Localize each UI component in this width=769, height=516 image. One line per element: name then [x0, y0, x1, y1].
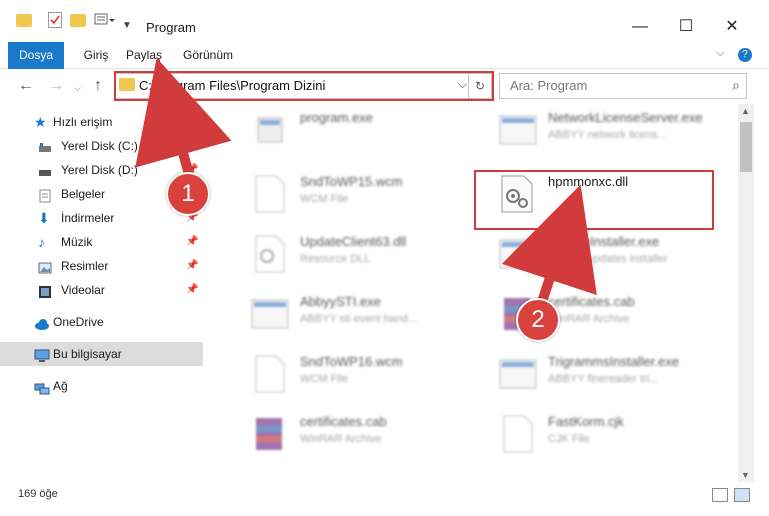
new-folder-icon[interactable]: [70, 14, 86, 27]
file-list: program.exe NetworkLicenseServer.exe ABB…: [204, 104, 738, 482]
search-icon[interactable]: ⌕: [732, 77, 740, 94]
file-highlight: [474, 170, 714, 230]
scrollbar-thumb[interactable]: [740, 122, 752, 172]
pictures-icon: [38, 259, 52, 274]
exe-icon: [498, 110, 538, 150]
sidebar-item-onedrive[interactable]: OneDrive: [0, 310, 203, 334]
list-item[interactable]: AbbyySTI.exe ABBYY sti event hand...: [226, 288, 466, 344]
close-button[interactable]: ✕: [709, 12, 755, 42]
pin-icon[interactable]: 📌: [186, 254, 198, 278]
search-box[interactable]: Ara: Program ⌕: [499, 73, 747, 99]
download-icon: ⬇: [38, 210, 50, 226]
step-2-callout: 2: [516, 298, 560, 342]
exe-icon: [498, 354, 538, 394]
tab-share[interactable]: Paylaş: [124, 42, 164, 68]
pin-icon[interactable]: 📌: [186, 230, 198, 254]
address-bar-highlight: [114, 71, 494, 101]
list-item[interactable]: certificates.cab WinRAR Archive: [226, 408, 466, 464]
computer-icon: [34, 347, 50, 362]
exe-icon: [250, 294, 290, 334]
file-explorer-window: ▼ Program — ☐ ✕ Dosya Giriş Paylaş Görün…: [0, 0, 769, 516]
window-title: Program: [146, 20, 196, 35]
videos-icon: [38, 283, 52, 298]
list-item[interactable]: SndToWP16.wcm WCM File: [226, 348, 466, 404]
sidebar-item-pictures[interactable]: Resimler 📌: [0, 254, 203, 278]
help-icon[interactable]: ?: [738, 48, 752, 62]
recent-locations-icon[interactable]: ⌵: [74, 83, 81, 94]
item-count: 169 öğe: [18, 488, 58, 500]
list-item[interactable]: program.exe: [226, 104, 466, 160]
up-arrow-icon[interactable]: ↑: [94, 77, 102, 95]
details-view-icon[interactable]: [712, 488, 728, 502]
sidebar-item-music[interactable]: ♪ Müzik 📌: [0, 230, 203, 254]
list-item[interactable]: FastKorm.cjk CJK File: [474, 408, 714, 464]
file-icon: [250, 354, 290, 394]
list-item[interactable]: UpdateClient63.dll Resource DLL: [226, 228, 466, 284]
step-1-callout: 1: [166, 172, 210, 216]
sidebar-item-disk-c[interactable]: Yerel Disk (C:) 📌: [0, 134, 203, 158]
drive-icon: [38, 163, 52, 177]
documents-icon: [38, 187, 52, 203]
customize-quick-access-icon[interactable]: [94, 12, 115, 28]
folder-icon: [16, 14, 32, 27]
forward-arrow-icon[interactable]: →: [48, 77, 64, 95]
music-icon: ♪: [38, 234, 45, 250]
status-bar: 169 öğe: [0, 482, 769, 516]
sidebar-item-network[interactable]: Ağ: [0, 374, 203, 398]
file-icon: [250, 174, 290, 214]
scroll-up-icon[interactable]: ▲: [741, 106, 750, 116]
exe-icon: [250, 110, 290, 150]
list-item[interactable]: SndToWP15.wcm WCM File: [226, 168, 466, 224]
pin-icon[interactable]: 📌: [186, 278, 198, 302]
dll-gear-icon: [250, 234, 290, 274]
ribbon-tabs: Dosya Giriş Paylaş Görünüm ⌵ ?: [0, 42, 769, 98]
back-arrow-icon[interactable]: ←: [18, 77, 34, 95]
list-item[interactable]: UpdateInstaller.exe ABBYY updates instal…: [474, 228, 714, 284]
sidebar-item-this-pc[interactable]: Bu bilgisayar: [0, 342, 203, 366]
expand-ribbon-icon[interactable]: ⌵: [716, 47, 724, 60]
network-icon: [34, 379, 50, 395]
navigation-pane: ★ Hızlı erişim Yerel Disk (C:) 📌 Yerel D…: [0, 104, 203, 482]
chevron-down-icon[interactable]: ▼: [122, 20, 138, 36]
archive-icon: [250, 414, 290, 454]
star-icon: ★: [34, 114, 47, 130]
maximize-button[interactable]: ☐: [663, 12, 709, 42]
cloud-icon: [34, 315, 49, 330]
drive-icon: [38, 139, 52, 153]
search-input[interactable]: Ara: Program: [510, 78, 587, 93]
tab-view[interactable]: Görünüm: [180, 42, 236, 68]
title-bar: ▼ Program — ☐ ✕: [0, 0, 769, 42]
tab-home[interactable]: Giriş: [78, 42, 114, 68]
sidebar-item-quick-access[interactable]: ★ Hızlı erişim: [0, 110, 203, 134]
pin-icon[interactable]: 📌: [186, 134, 198, 158]
list-item[interactable]: NetworkLicenseServer.exe ABBYY network l…: [474, 104, 714, 160]
minimize-button[interactable]: —: [617, 12, 663, 42]
file-icon: [498, 414, 538, 454]
vertical-scrollbar[interactable]: ▲ ▼: [738, 104, 754, 482]
scroll-down-icon[interactable]: ▼: [741, 470, 750, 480]
list-item[interactable]: certificates.cab WinRAR Archive: [474, 288, 714, 344]
sidebar-item-videos[interactable]: Videolar 📌: [0, 278, 203, 302]
exe-icon: [498, 234, 538, 274]
list-item[interactable]: TrigrammsInstaller.exe ABBYY finereader …: [474, 348, 714, 404]
large-icons-view-icon[interactable]: [734, 488, 750, 502]
properties-icon[interactable]: [48, 12, 62, 28]
